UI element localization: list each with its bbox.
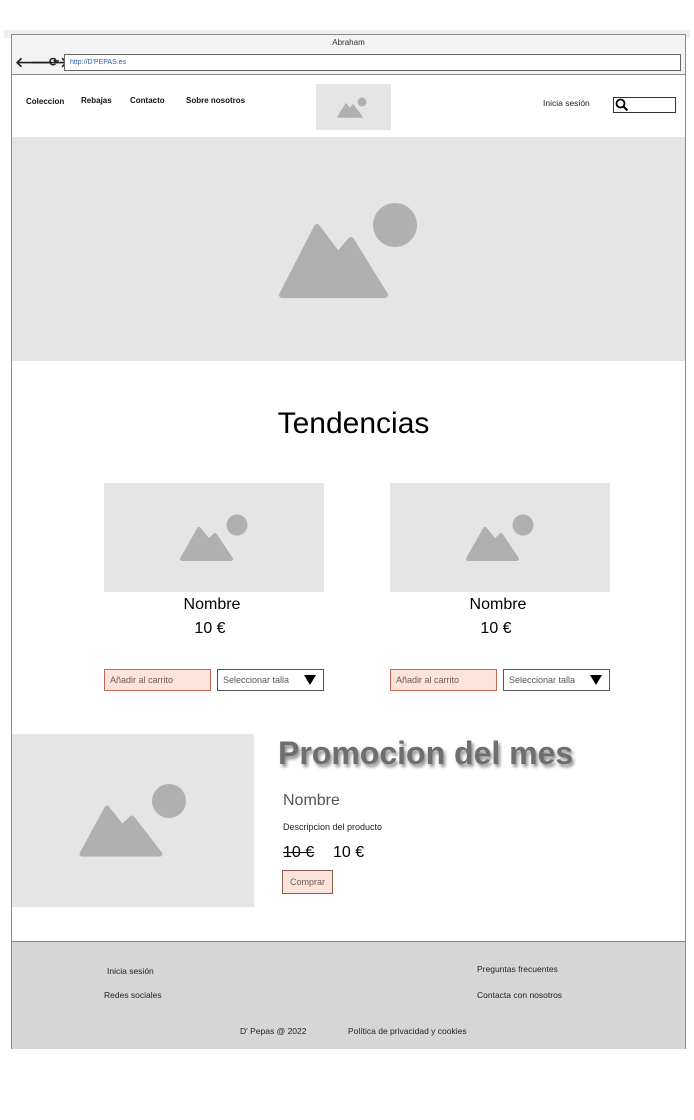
promo-old-price: 10 €: [283, 844, 315, 861]
promo-title: Promocion del mes: [278, 735, 574, 771]
dropdown-arrow-icon: [304, 675, 316, 685]
image-placeholder-icon: [466, 514, 534, 561]
arrow-left-icon[interactable]: 🡐: [15, 54, 53, 70]
promo-new-price: 10 €: [333, 844, 365, 861]
size-select-label: Seleccionar talla: [509, 675, 576, 685]
logo[interactable]: [316, 84, 391, 130]
product-name: Nombre: [183, 596, 241, 613]
add-to-cart-button[interactable]: Añadir al carrito: [390, 669, 497, 691]
footer-copyright: D' Pepas @ 2022: [240, 1026, 307, 1036]
dropdown-arrow-icon: [590, 675, 602, 685]
size-select[interactable]: Seleccionar talla: [503, 669, 610, 691]
size-select[interactable]: Seleccionar talla: [217, 669, 324, 691]
footer-social-link[interactable]: Redes sociales: [104, 990, 162, 1000]
footer-login-link[interactable]: Inicia sesión: [107, 966, 154, 976]
trends-title: Tendencias: [277, 407, 430, 440]
promo-product-name: Nombre: [283, 792, 340, 809]
arrow-right-icon[interactable]: 🡒: [31, 54, 69, 70]
url-field[interactable]: http://D'PEPAS.es: [64, 54, 681, 71]
address-bar: 🡐 🡒 ⟳ http://D'PEPAS.es: [12, 51, 685, 75]
image-placeholder-icon: [79, 784, 186, 857]
size-select-label: Seleccionar talla: [223, 675, 290, 685]
footer-faq-link[interactable]: Preguntas frecuentes: [477, 964, 558, 974]
menu-item-rebajas[interactable]: Rebajas: [81, 96, 112, 105]
product-price: 10 €: [480, 620, 512, 637]
hero-banner: [12, 137, 685, 361]
login-link[interactable]: Inicia sesión: [543, 98, 590, 108]
image-placeholder-icon: [337, 97, 367, 118]
footer-privacy-link[interactable]: Política de privacidad y cookies: [348, 1026, 467, 1036]
browser-window: Abraham 🡐 🡒 ⟳ http://D'PEPAS.es Coleccio…: [11, 34, 686, 1049]
window-title: Abraham: [12, 35, 685, 51]
search-input[interactable]: [613, 97, 676, 113]
footer: Inicia sesión Redes sociales Preguntas f…: [12, 941, 685, 1049]
reload-icon[interactable]: ⟳: [47, 54, 61, 70]
add-to-cart-button[interactable]: Añadir al carrito: [104, 669, 211, 691]
promo-description: Descripcion del producto: [283, 822, 383, 832]
menu-item-coleccion[interactable]: Coleccion: [26, 97, 64, 106]
image-placeholder-icon: [279, 203, 417, 298]
menu-item-contacto[interactable]: Contacto: [130, 96, 165, 105]
buy-button[interactable]: Comprar: [282, 870, 333, 894]
product-image[interactable]: [104, 483, 324, 592]
footer-contact-link[interactable]: Contacta con nosotros: [477, 990, 562, 1000]
product-image[interactable]: [390, 483, 610, 592]
product-name: Nombre: [469, 596, 527, 613]
image-placeholder-icon: [180, 514, 248, 561]
promo-image[interactable]: [12, 734, 254, 907]
search-icon[interactable]: [615, 98, 629, 112]
menu-item-sobre-nosotros[interactable]: Sobre nosotros: [186, 96, 245, 105]
product-price: 10 €: [194, 620, 226, 637]
